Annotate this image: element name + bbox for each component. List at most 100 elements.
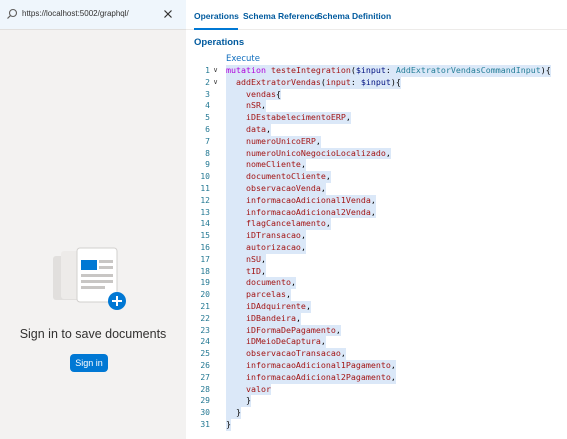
tab-schema-definition[interactable]: Schema Definition (317, 11, 391, 21)
code-line[interactable]: 5 iDEstabelecimentoERP, (186, 112, 567, 124)
code-text: parcelas, (226, 289, 291, 301)
code-line[interactable]: 2 ∨ addExtratorVendas(input: $input){ (186, 76, 567, 89)
code-text: iDAdquirente, (226, 300, 311, 313)
code-line[interactable]: 14 flagCancelamento, (186, 218, 567, 231)
fold-chevron-icon[interactable]: ∨ (213, 78, 218, 88)
url-text[interactable]: https://localhost:5002/graphql/ (22, 9, 129, 18)
code-text: informacaoAdicional1Pagamento, (226, 359, 396, 372)
line-number: 13 (200, 207, 210, 217)
code-line[interactable]: 20 parcelas, (186, 289, 567, 301)
code-text: data, (226, 123, 271, 136)
code-line[interactable]: 8 numeroUnicoNegocioLocalizado, (186, 147, 567, 160)
code-line[interactable]: 7 numeroUnicoERP, (186, 135, 567, 148)
url-bar[interactable]: https://localhost:5002/graphql/ (0, 0, 186, 30)
line-number: 20 (200, 290, 210, 300)
line-number: 24 (200, 337, 210, 347)
line-number: 11 (200, 183, 210, 193)
code-text: flagCancelamento, (226, 218, 331, 231)
code-text: iDBandeira, (226, 312, 301, 325)
line-number: 31 (200, 419, 210, 429)
code-text: } (226, 418, 231, 431)
line-number: 14 (200, 219, 210, 229)
line-number: 7 (205, 136, 210, 146)
line-number: 15 (200, 231, 210, 241)
code-text: iDMeioDeCaptura, (226, 336, 326, 349)
line-number: 8 (205, 148, 210, 158)
code-text: nSU, (226, 253, 266, 266)
line-number: 12 (200, 195, 210, 205)
code-line[interactable]: 26 informacaoAdicional1Pagamento, (186, 359, 567, 372)
code-text: numeroUnicoERP, (226, 135, 321, 148)
code-line[interactable]: 22 iDBandeira, (186, 312, 567, 325)
code-line[interactable]: 29 } (186, 395, 567, 408)
line-number: 22 (200, 313, 210, 323)
code-line[interactable]: 21 iDAdquirente, (186, 300, 567, 313)
code-text: numeroUnicoNegocioLocalizado, (226, 147, 391, 160)
line-number: 26 (200, 360, 210, 370)
code-line[interactable]: 19 documento, (186, 277, 567, 290)
code-text: iDTransacao, (226, 230, 306, 242)
code-text: mutation testeIntegration($input: AddExt… (226, 65, 551, 77)
line-number: 23 (200, 325, 210, 335)
line-number: 21 (200, 301, 210, 311)
code-line[interactable]: 6 data, (186, 123, 567, 136)
code-line[interactable]: 3 vendas{ (186, 88, 567, 101)
signin-button[interactable]: Sign in (70, 354, 108, 372)
code-line[interactable]: 30 } (186, 407, 567, 419)
code-line[interactable]: 31} (186, 418, 567, 431)
code-text: addExtratorVendas(input: $input){ (226, 76, 401, 89)
fold-chevron-icon[interactable]: ∨ (213, 66, 218, 76)
code-text: nomeCliente, (226, 159, 306, 172)
line-number: 17 (200, 254, 210, 264)
code-editor[interactable]: 1 ∨ mutation testeIntegration($input: AddE… (186, 65, 567, 431)
line-number: 19 (200, 278, 210, 288)
code-line[interactable]: 23 iDFormaDePagamento, (186, 324, 567, 337)
line-number: 5 (205, 113, 210, 123)
code-text: observacaoVenda, (226, 182, 326, 195)
code-text: vendas{ (226, 88, 281, 101)
code-text: valor (226, 383, 271, 396)
code-text: nSR, (226, 100, 266, 113)
active-tab-indicator (194, 28, 238, 30)
code-line[interactable]: 18 tID, (186, 265, 567, 278)
code-line[interactable]: 1 ∨ mutation testeIntegration($input: AddE… (186, 65, 567, 77)
code-line[interactable]: 25 observacaoTransacao, (186, 348, 567, 360)
line-number: 6 (205, 124, 210, 134)
code-text: iDEstabelecimentoERP, (226, 112, 351, 124)
code-text: } (226, 395, 251, 408)
code-text: documentoCliente, (226, 171, 331, 183)
code-line[interactable]: 4 nSR, (186, 100, 567, 113)
line-number: 9 (205, 160, 210, 170)
code-line[interactable]: 15 iDTransacao, (186, 230, 567, 242)
code-text: informacaoAdicional2Venda, (226, 206, 376, 219)
close-icon[interactable] (163, 9, 173, 19)
execute-codelens[interactable]: Execute (226, 54, 260, 64)
code-text: informacaoAdicional2Pagamento, (226, 371, 396, 384)
code-text: tID, (226, 265, 266, 278)
code-line[interactable]: 17 nSU, (186, 253, 567, 266)
code-line[interactable]: 11 observacaoVenda, (186, 182, 567, 195)
code-line[interactable]: 27 informacaoAdicional2Pagamento, (186, 371, 567, 384)
signin-prompt: Sign in to save documents (19, 327, 167, 341)
line-number: 27 (200, 372, 210, 382)
line-number: 16 (200, 242, 210, 252)
code-line[interactable]: 10 documentoCliente, (186, 171, 567, 183)
search-icon (7, 8, 18, 19)
line-number: 18 (200, 266, 210, 276)
code-line[interactable]: 9 nomeCliente, (186, 159, 567, 172)
left-panel: https://localhost:5002/graphql/ Sign in … (0, 0, 186, 439)
code-line[interactable]: 16 autorizacao, (186, 241, 567, 254)
tab-schema-reference[interactable]: Schema Reference (243, 11, 319, 21)
code-line[interactable]: 13 informacaoAdicional2Venda, (186, 206, 567, 219)
line-number: 2 (205, 77, 210, 87)
code-line[interactable]: 24 iDMeioDeCaptura, (186, 336, 567, 349)
code-line[interactable]: 28 valor (186, 383, 567, 396)
line-number: 29 (200, 396, 210, 406)
tab-operations[interactable]: Operations (194, 11, 239, 21)
code-text: informacaoAdicional1Venda, (226, 194, 376, 207)
code-text: observacaoTransacao, (226, 348, 346, 360)
code-line[interactable]: 12 informacaoAdicional1Venda, (186, 194, 567, 207)
line-number: 30 (200, 408, 210, 418)
section-title: Operations (194, 37, 245, 48)
line-number: 3 (205, 89, 210, 99)
